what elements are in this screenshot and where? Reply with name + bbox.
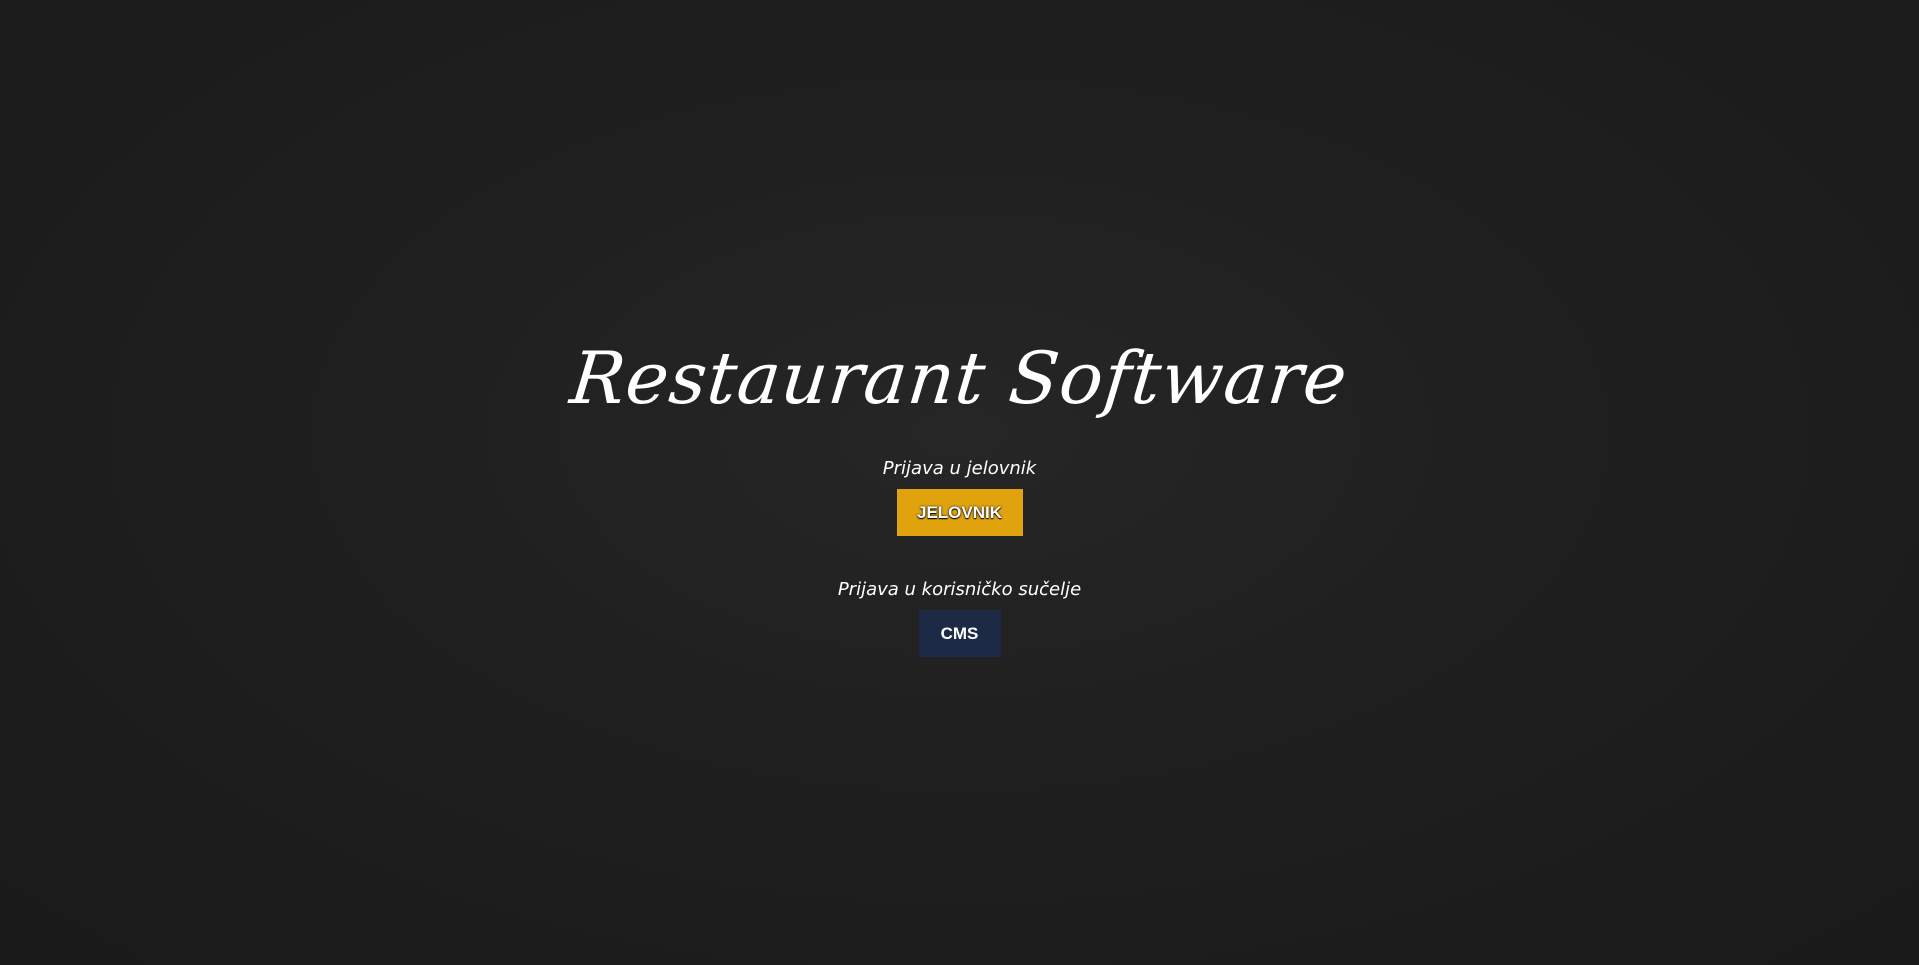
cms-button[interactable]: CMS (918, 610, 1001, 657)
cms-login-block: Prijava u korisničko sučelje CMS (838, 579, 1081, 657)
cms-login-label: Prijava u korisničko sučelje (837, 579, 1082, 600)
app-title: Restaurant Software (566, 336, 1353, 420)
menu-login-label: Prijava u jelovnik (882, 458, 1037, 479)
menu-button[interactable]: JELOVNIK (896, 489, 1023, 536)
menu-login-block: Prijava u jelovnik JELOVNIK (883, 458, 1036, 536)
landing-center: Restaurant Software Prijava u jelovnik J… (0, 335, 1919, 657)
